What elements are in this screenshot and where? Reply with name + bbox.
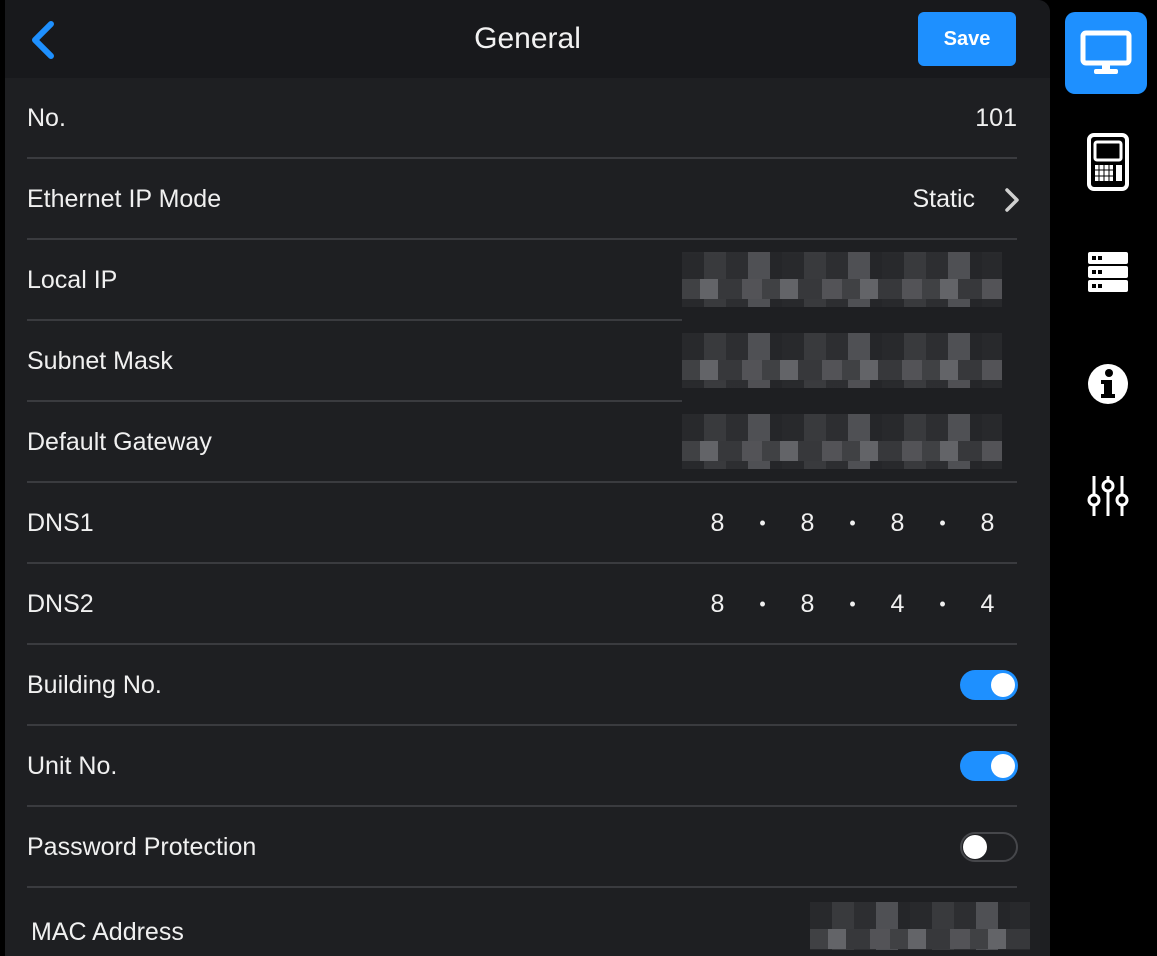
separator: • (759, 513, 766, 533)
row-label: DNS2 (27, 590, 94, 618)
intercom-panel-icon (1087, 133, 1129, 191)
redacted-value (682, 414, 1002, 469)
password-protection-toggle[interactable] (960, 832, 1018, 862)
server-icon (1088, 252, 1128, 292)
octet: 8 (890, 509, 905, 537)
separator: • (759, 594, 766, 614)
octet: 8 (800, 509, 815, 537)
row-label: Unit No. (27, 752, 118, 780)
row-dns1[interactable]: DNS1 8 • 8 • 8 • 8 (5, 483, 1050, 564)
dns1-value[interactable]: 8 • 8 • 8 • 8 (695, 483, 1010, 564)
page-title: General (474, 22, 581, 55)
dns2-value[interactable]: 8 • 8 • 4 • 4 (695, 564, 1010, 645)
row-label: Local IP (27, 266, 118, 294)
separator: • (939, 513, 946, 533)
row-label: MAC Address (31, 918, 184, 946)
save-button[interactable]: Save (918, 12, 1016, 66)
building-no-toggle[interactable] (960, 670, 1018, 700)
row-label: Ethernet IP Mode (27, 185, 222, 213)
octet: 8 (710, 509, 725, 537)
sliders-icon (1087, 476, 1129, 516)
row-label: Subnet Mask (27, 347, 173, 375)
row-label: Default Gateway (27, 428, 212, 456)
row-unit-no: Unit No. (5, 726, 1050, 807)
chevron-right-icon (1005, 188, 1019, 212)
sidebar-item-display[interactable] (1065, 12, 1147, 94)
row-label: No. (27, 104, 66, 132)
octet: 8 (980, 509, 995, 537)
octet: 4 (890, 590, 905, 618)
row-local-ip[interactable]: Local IP (5, 240, 1050, 321)
row-label: Building No. (27, 671, 162, 699)
separator: • (849, 594, 856, 614)
row-subnet-mask[interactable]: Subnet Mask (5, 321, 1050, 402)
sidebar-item-info[interactable] (1072, 348, 1144, 420)
sidebar-item-device[interactable] (1072, 126, 1144, 198)
toggle-knob (963, 835, 987, 859)
number-value: 101 (975, 104, 1017, 132)
unit-no-toggle[interactable] (960, 751, 1018, 781)
row-label: DNS1 (27, 509, 94, 537)
settings-panel: General Save No. 101 Ethernet IP Mode St… (5, 0, 1050, 956)
octet: 8 (800, 590, 815, 618)
ip-mode-value: Static (912, 185, 975, 213)
row-default-gateway[interactable]: Default Gateway (5, 402, 1050, 483)
row-building-no: Building No. (5, 645, 1050, 726)
sidebar-item-settings[interactable] (1072, 460, 1144, 532)
row-label: Password Protection (27, 833, 257, 861)
octet: 8 (710, 590, 725, 618)
monitor-icon (1080, 30, 1132, 74)
info-icon (1088, 364, 1128, 404)
toggle-knob (991, 754, 1015, 778)
toggle-knob (991, 673, 1015, 697)
redacted-value (682, 252, 1002, 307)
row-mac-address: MAC Address (5, 888, 1050, 956)
separator: • (939, 594, 946, 614)
redacted-value (682, 333, 1002, 388)
header-bar: General Save (5, 0, 1050, 78)
row-number[interactable]: No. 101 (5, 78, 1050, 159)
row-password-protection: Password Protection (5, 807, 1050, 888)
row-ethernet-ip-mode[interactable]: Ethernet IP Mode Static (5, 159, 1050, 240)
octet: 4 (980, 590, 995, 618)
row-dns2[interactable]: DNS2 8 • 8 • 4 • 4 (5, 564, 1050, 645)
separator: • (849, 513, 856, 533)
redacted-value (810, 902, 1030, 950)
sidebar-item-server[interactable] (1072, 236, 1144, 308)
